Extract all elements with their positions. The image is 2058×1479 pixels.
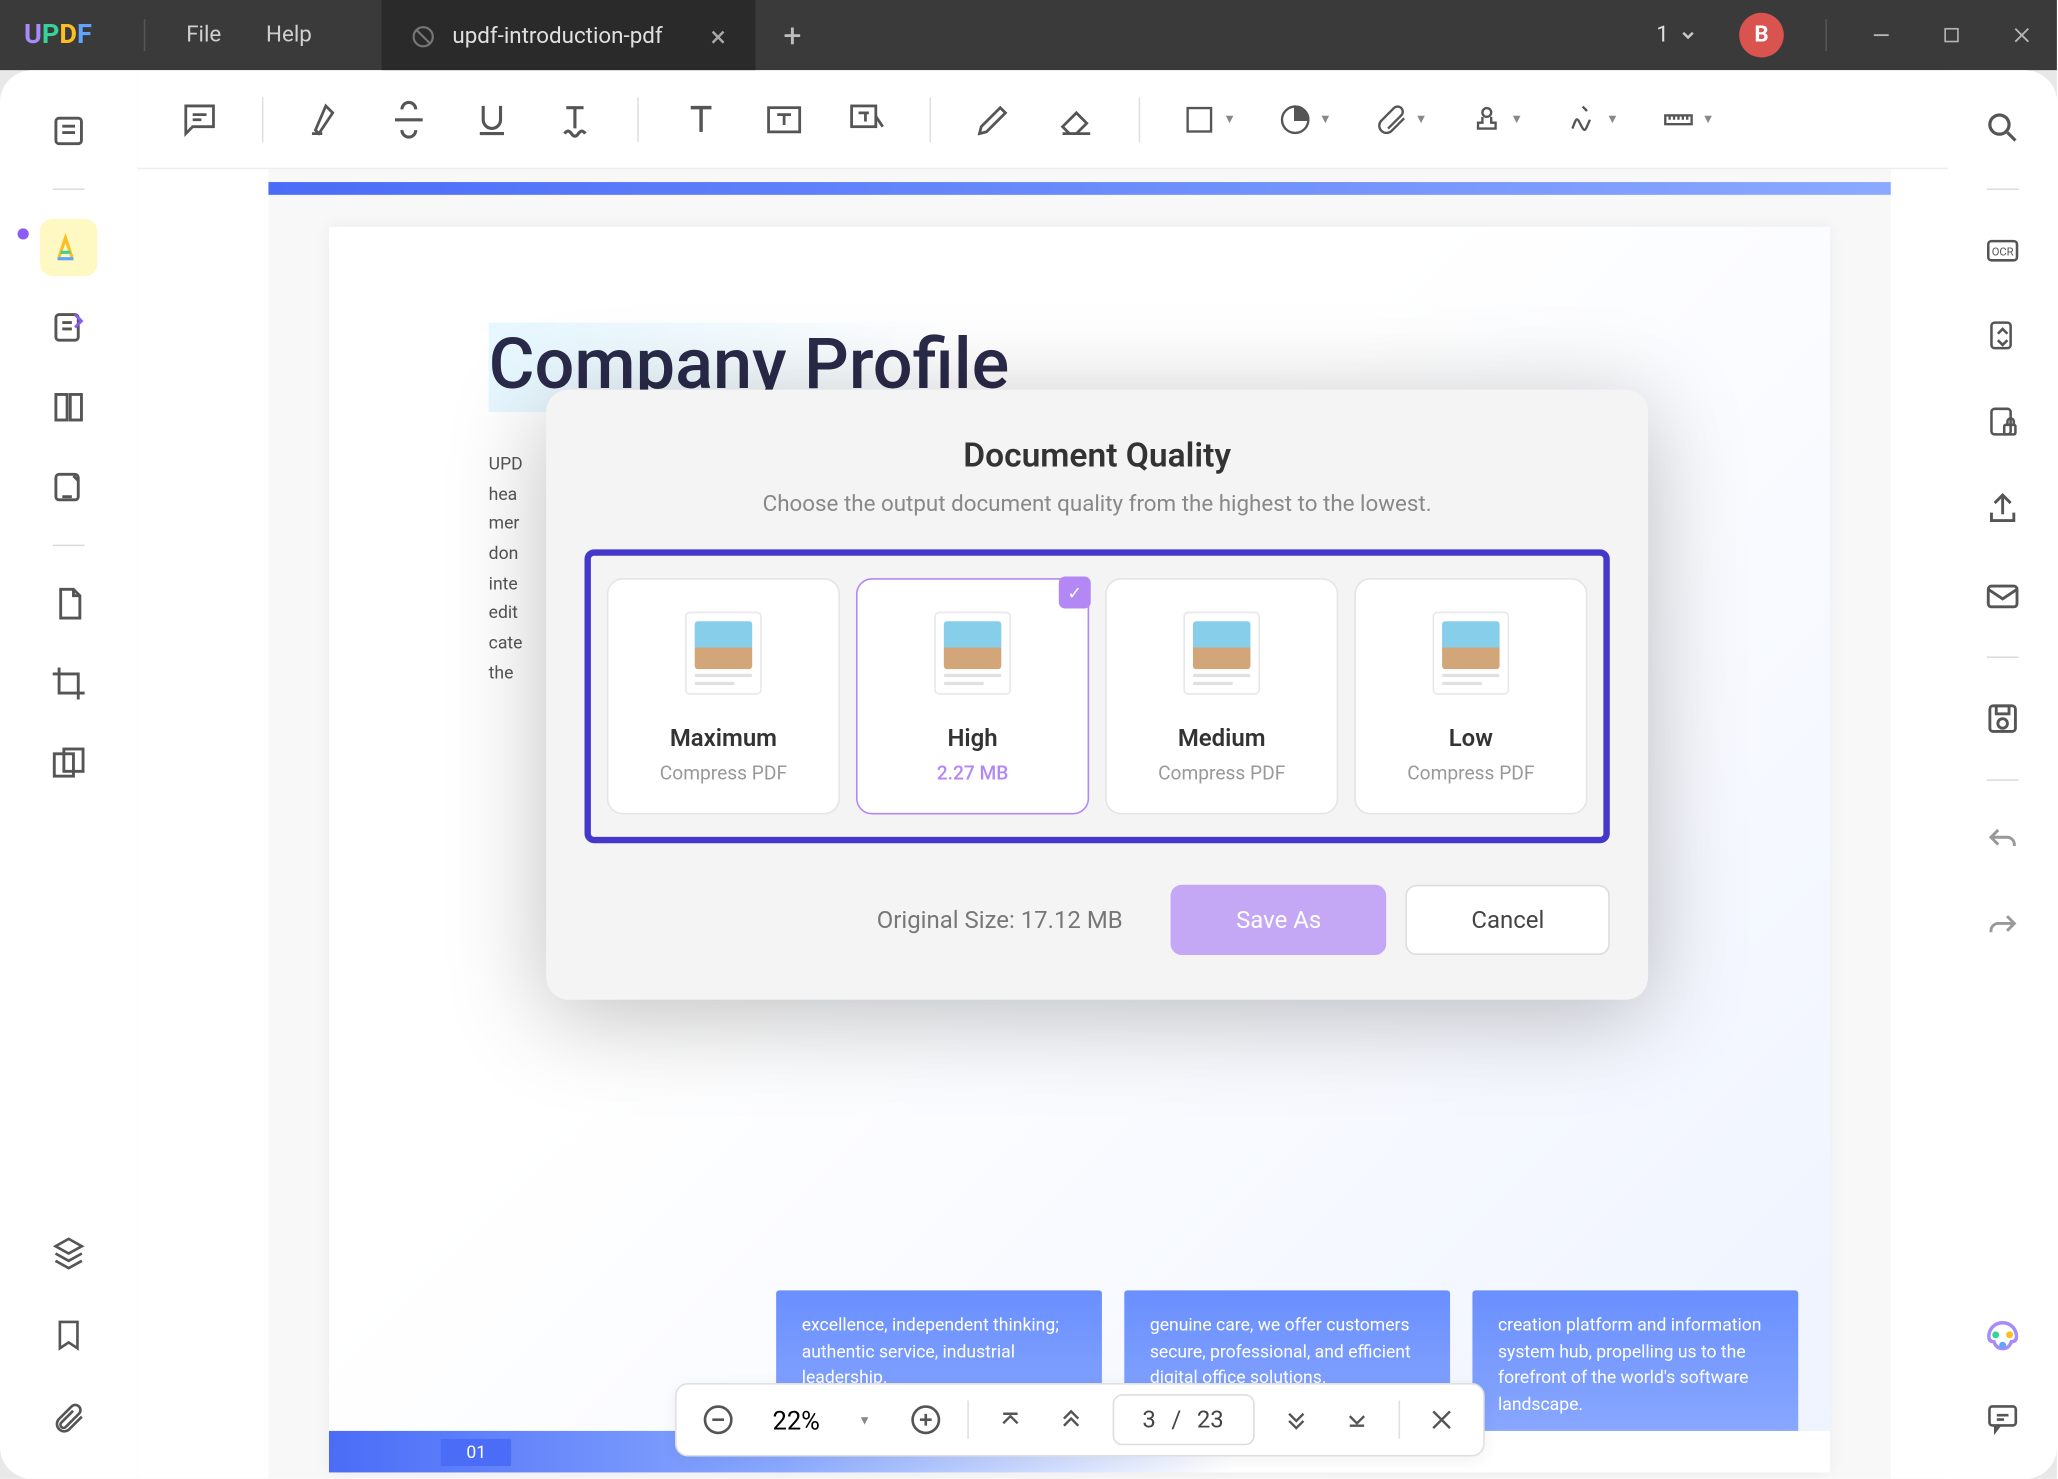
active-indicator-dot bbox=[18, 228, 29, 239]
chevron-down-icon bbox=[1678, 26, 1697, 45]
dialog-subtitle: Choose the output document quality from … bbox=[585, 492, 1610, 518]
menu-file[interactable]: File bbox=[164, 22, 244, 48]
quality-sub: 2.27 MB bbox=[937, 762, 1009, 784]
document-tab[interactable]: updf-introduction-pdf × bbox=[382, 0, 755, 70]
reader-mode-button[interactable] bbox=[40, 102, 97, 159]
quality-label: Low bbox=[1449, 723, 1493, 752]
quality-label: High bbox=[947, 723, 997, 752]
quality-sub: Compress PDF bbox=[1158, 762, 1285, 784]
app-logo: UPDF bbox=[0, 19, 124, 51]
check-icon: ✓ bbox=[1059, 577, 1091, 609]
quality-sub: Compress PDF bbox=[1407, 762, 1534, 784]
new-tab-button[interactable]: + bbox=[783, 16, 801, 54]
content-area: ▼ ▼ ▼ ▼ ▼ ▼ Company Profile UPD hea mer … bbox=[137, 70, 2057, 1479]
bookmark-button[interactable] bbox=[40, 1306, 97, 1363]
thumbnail-icon bbox=[685, 612, 762, 695]
maximize-button[interactable] bbox=[1916, 0, 1986, 70]
original-size-label: Original Size: 17.12 MB bbox=[877, 905, 1123, 934]
user-avatar[interactable]: B bbox=[1739, 13, 1784, 58]
window-count: 1 bbox=[1656, 22, 1669, 48]
quality-option-high[interactable]: ✓ High 2.27 MB bbox=[856, 578, 1089, 814]
tab-title: updf-introduction-pdf bbox=[452, 24, 662, 50]
compare-tool-button[interactable] bbox=[40, 735, 97, 792]
attachment-button[interactable] bbox=[40, 1389, 97, 1446]
left-sidebar bbox=[0, 70, 137, 1479]
save-as-button[interactable]: Save As bbox=[1171, 885, 1387, 955]
quality-option-maximum[interactable]: Maximum Compress PDF bbox=[607, 578, 840, 814]
close-window-button[interactable] bbox=[1987, 0, 2057, 70]
dialog-title: Document Quality bbox=[585, 438, 1610, 476]
form-tool-button[interactable] bbox=[40, 458, 97, 515]
dialog-overlay: Document Quality Choose the output docum… bbox=[137, 70, 2057, 1479]
quality-sub: Compress PDF bbox=[660, 762, 787, 784]
highlight-tool-button[interactable] bbox=[40, 219, 97, 276]
thumbnail-icon bbox=[934, 612, 1011, 695]
quality-label: Medium bbox=[1178, 723, 1266, 752]
thumbnail-icon bbox=[1433, 612, 1510, 695]
layers-button[interactable] bbox=[40, 1223, 97, 1280]
quality-label: Maximum bbox=[670, 723, 777, 752]
crop-tool-button[interactable] bbox=[40, 655, 97, 712]
organize-pages-button[interactable] bbox=[40, 378, 97, 435]
cancel-button[interactable]: Cancel bbox=[1406, 885, 1610, 955]
menu-help[interactable]: Help bbox=[244, 22, 335, 48]
edit-text-button[interactable] bbox=[40, 299, 97, 356]
tab-close-icon[interactable]: × bbox=[711, 20, 726, 54]
quality-options-row: Maximum Compress PDF ✓ High 2.27 MB Medi… bbox=[585, 549, 1610, 843]
quality-option-medium[interactable]: Medium Compress PDF bbox=[1105, 578, 1338, 814]
minimize-button[interactable] bbox=[1846, 0, 1916, 70]
window-count-dropdown[interactable]: 1 bbox=[1637, 22, 1717, 48]
titlebar: UPDF File Help updf-introduction-pdf × +… bbox=[0, 0, 2057, 70]
document-quality-dialog: Document Quality Choose the output docum… bbox=[546, 390, 1648, 1000]
tab-file-icon bbox=[411, 24, 437, 50]
thumbnail-icon bbox=[1183, 612, 1260, 695]
page-tool-button[interactable] bbox=[40, 575, 97, 632]
quality-option-low[interactable]: Low Compress PDF bbox=[1354, 578, 1587, 814]
